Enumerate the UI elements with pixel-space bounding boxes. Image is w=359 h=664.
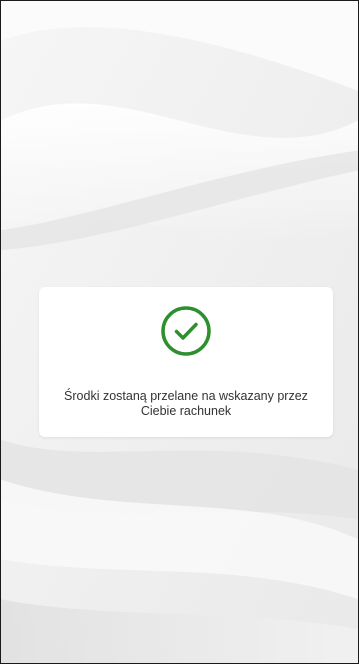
app-screen: Środki zostaną przelane na wskazany prze…: [0, 0, 359, 664]
confirmation-dialog: Środki zostaną przelane na wskazany prze…: [39, 287, 333, 437]
confirmation-message: Środki zostaną przelane na wskazany prze…: [45, 389, 327, 419]
check-circle-icon: [159, 304, 213, 358]
message-line-1: Środki zostaną przelane na wskazany prze…: [64, 389, 308, 403]
message-line-2: Ciebie rachunek: [140, 404, 232, 418]
